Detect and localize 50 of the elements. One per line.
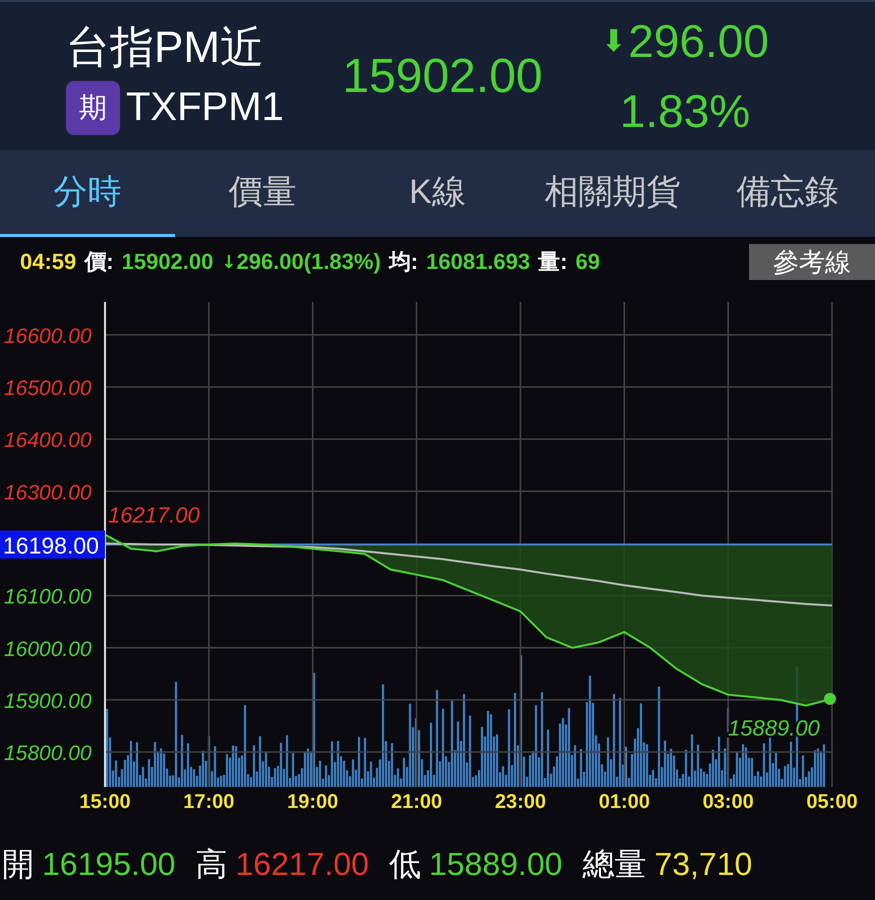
average-value: 16081.693 bbox=[426, 249, 530, 275]
tab[interactable]: 備忘錄 bbox=[700, 150, 875, 237]
volume-label: 量: bbox=[538, 248, 568, 276]
down-arrow: ↓ bbox=[221, 252, 236, 272]
instrument-name: 台指PM近 bbox=[66, 22, 264, 74]
time-axis-label: 21:00 bbox=[391, 791, 442, 813]
stat-label: 開 bbox=[2, 844, 34, 884]
stat-label: 高 bbox=[195, 844, 228, 884]
time-axis-label: 17:00 bbox=[183, 791, 234, 813]
price-axis-label: 16500.00 bbox=[4, 377, 92, 400]
tab[interactable]: K線 bbox=[350, 150, 525, 237]
stat-value: 16195.00 bbox=[42, 846, 176, 883]
time-axis-label: 05:00 bbox=[806, 791, 858, 813]
tab[interactable]: 分時 bbox=[0, 150, 175, 237]
price-axis-label: 16400.00 bbox=[4, 429, 92, 452]
price-axis-label: 15800.00 bbox=[4, 742, 92, 766]
ref-line-label: 16198.00 bbox=[3, 532, 99, 558]
time-axis-label: 15:00 bbox=[79, 791, 131, 813]
price-axis-label: 16300.00 bbox=[4, 481, 92, 504]
price-label: 價: bbox=[84, 248, 114, 276]
last-price: 15902.00 bbox=[341, 48, 544, 104]
reference-price-tag: 16198.00 bbox=[0, 530, 105, 558]
instrument-code: TXFPM1 bbox=[126, 85, 284, 130]
price-axis-label: 16100.00 bbox=[4, 586, 92, 609]
time-axis-label: 23:00 bbox=[494, 791, 546, 813]
time-label: 04:59 bbox=[20, 249, 76, 275]
price-axis-label: 16600.00 bbox=[4, 324, 92, 348]
tab[interactable]: 相關期貨 bbox=[525, 150, 700, 237]
average-label: 均: bbox=[388, 248, 418, 276]
price-axis-label: 15900.00 bbox=[4, 690, 92, 713]
last-price-dot bbox=[824, 692, 836, 705]
high-price-label: 16217.00 bbox=[108, 502, 200, 528]
price-axis-label: 16000.00 bbox=[4, 638, 92, 661]
stat-label: 低 bbox=[388, 844, 421, 884]
change-value: 296.00(1.83%) bbox=[236, 249, 381, 275]
stat-value: 15889.00 bbox=[428, 846, 562, 883]
down-arrow: ⬇ bbox=[601, 24, 626, 58]
time-axis-label: 19:00 bbox=[287, 791, 338, 813]
stat-label: 總量 bbox=[582, 844, 646, 884]
stat-value: 73,710 bbox=[654, 846, 752, 883]
reference-line-button[interactable]: 參考線 bbox=[749, 244, 875, 280]
volume-value: 69 bbox=[575, 249, 600, 275]
stat-value: 16217.00 bbox=[235, 846, 369, 883]
time-axis-label: 03:00 bbox=[702, 791, 754, 813]
tab[interactable]: 價量 bbox=[175, 150, 350, 237]
futures-badge: 期 bbox=[66, 80, 120, 134]
price-value: 15902.00 bbox=[122, 249, 214, 275]
price-change: 296.00 bbox=[628, 14, 769, 68]
time-axis-label: 01:00 bbox=[598, 791, 650, 813]
percent-change: 1.83% bbox=[620, 84, 750, 138]
